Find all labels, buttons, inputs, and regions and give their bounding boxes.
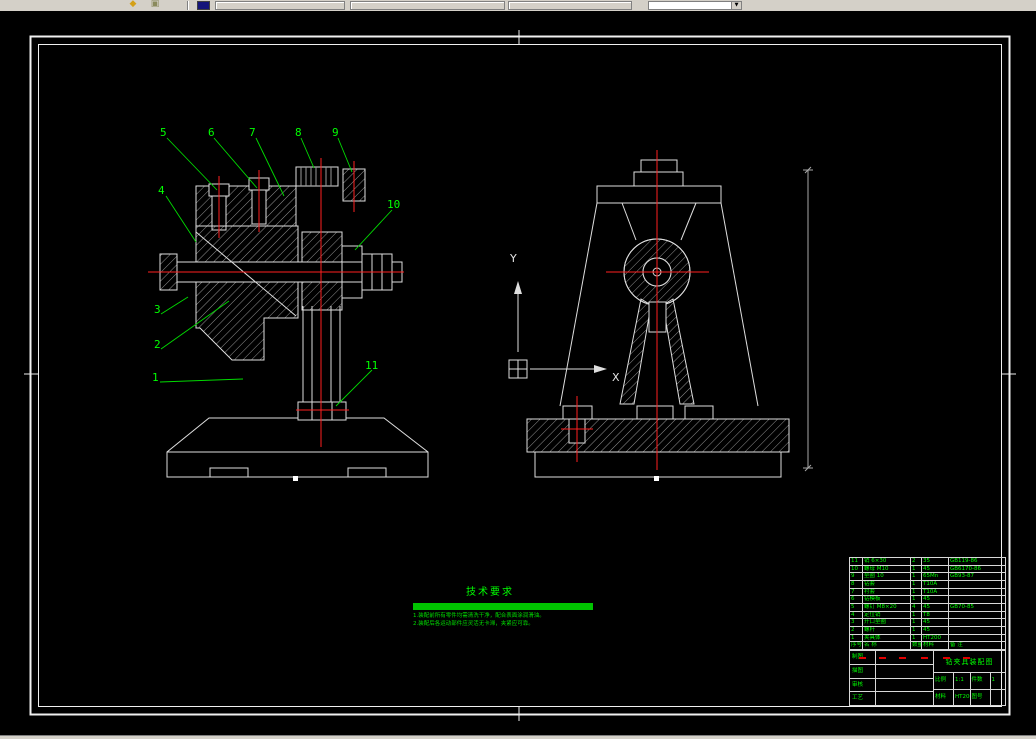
bom-row: 4 定位销 1 T8 [850,610,1005,619]
titleblock-row: 描图 [850,663,933,678]
front-view [526,159,790,481]
ucs-y-label: Y [509,252,517,265]
bom-row: 8 钻套 1 T10A [850,580,1005,588]
red-stamp-mark [963,657,970,659]
titleblock-right: 钻夹具装配图 比例1:1件数1材料HT200图号 [934,651,1005,705]
title-block: 制图描图审核工艺 钻夹具装配图 比例1:1件数1材料HT200图号 [849,650,1006,706]
titleblock-field: 件数 1 [969,673,1006,689]
titleblock-field: 材料HT200 [934,689,970,705]
tech-req-highlight-bar [413,603,593,610]
red-stamp-mark [943,657,950,659]
bom-row: 1 夹具体 1 HT200 [850,633,1005,642]
dimension-line [803,166,813,472]
titleblock-left: 制图 描图 审核 工艺 [850,651,934,705]
bom-row: 9 垫圈 10 1 65Mn GB93-87 [850,572,1005,581]
callout-4: 4 [158,184,165,197]
tech-req-title: 技术要求 [466,587,514,598]
red-stamp-mark [859,657,866,659]
bom-row: 10 螺母 M10 1 45 GB6170-86 [850,564,1005,573]
callout-8: 8 [295,126,302,139]
bom-row: 11 销 6×30 2 35 GB119-86 [850,558,1005,565]
titleblock-row: 审核 [850,677,933,692]
callout-3: 3 [154,303,161,316]
callout-7: 7 [249,126,256,139]
statusbar [0,735,1036,739]
drawing-title: 钻夹具装配图 [934,651,1005,673]
bom-table: 11 销 6×30 2 35 GB119-86 10 螺母 M10 1 45 GB6170-86 9… [849,557,1006,650]
red-stamp-mark [899,657,906,659]
titleblock-fields: 比例1:1件数1材料HT200图号 [934,673,1005,705]
red-stamp-mark [921,657,928,659]
bom-row: 7 衬套 1 T10A [850,587,1005,596]
titleblock-field: 比例 1:1 [934,673,970,689]
ucs-icon: Y X [508,252,620,384]
bom-row: 3 开口垫圈 1 45 [850,618,1005,627]
callout-10: 10 [387,198,400,211]
bom-row: 序号名 称数量材料备 注 [850,641,1005,650]
bom-row: 2 螺杆 1 45 [850,626,1005,634]
titleblock-field: 图号 [969,689,1005,705]
callout-6: 6 [208,126,215,139]
titleblock-row: 工艺 [850,691,933,705]
tech-req-line-1: 1.装配前所有零件均需清洗干净，配合表面涂润滑油。 [413,613,545,619]
bom-row: 5 螺钉 M8×20 4 45 GB70-85 [850,603,1005,611]
callout-5: 5 [160,126,167,139]
bom-row: 6 钻模板 1 45 [850,595,1005,604]
tech-req-line-2: 2.装配后各运动部件应灵活无卡滞，夹紧应可靠。 [413,621,534,627]
callout-1: 1 [152,371,159,384]
ucs-x-label: X [612,371,620,384]
red-stamp-mark [879,657,886,659]
callout-2: 2 [154,338,161,351]
callout-9: 9 [332,126,339,139]
callout-11: 11 [365,359,378,372]
